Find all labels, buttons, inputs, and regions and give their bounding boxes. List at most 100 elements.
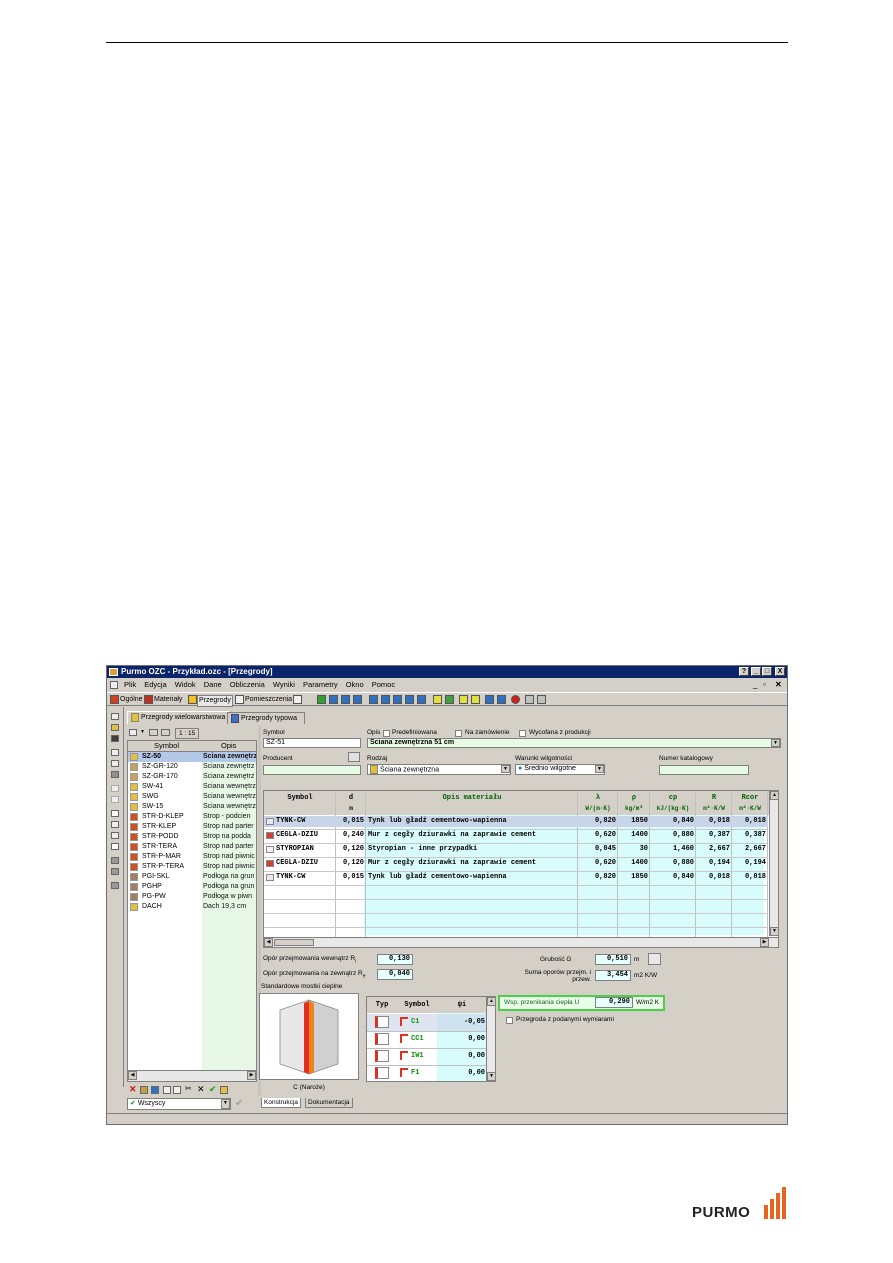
layer-cell-opis[interactable]: Tynk lub gładź cementowo-wapienna	[368, 816, 578, 827]
layer-row[interactable]: STYROPIAN 0,120 Styropian - inne przypadki…	[264, 844, 768, 855]
mdi-close-icon[interactable]: ✕	[775, 679, 782, 691]
layer-cell-d[interactable]: 0,015	[336, 816, 364, 827]
toolbar-przegrody[interactable]: Przegrody	[197, 695, 233, 707]
layer-cell-rho[interactable]: 1850	[618, 872, 648, 883]
preview-icon[interactable]	[111, 749, 119, 756]
delete-icon[interactable]	[111, 843, 119, 850]
layer-cell-opis[interactable]: Tynk lub gładź cementowo-wapienna	[368, 872, 578, 883]
copy-icon[interactable]	[111, 821, 119, 828]
layer-cell-opis[interactable]: Mur z cegły dziurawki na zaprawie cement	[368, 858, 578, 869]
layer-row[interactable]: TYNK-CW 0,015 Tynk lub gładź cementowo-wap…	[264, 872, 768, 883]
layers-scroll-left-icon[interactable]: ◀	[264, 938, 273, 947]
find-next-icon[interactable]	[111, 868, 119, 875]
layer-cell-rcor[interactable]: 0,387	[732, 830, 766, 841]
layer-row[interactable]: CEGLA-DZIU 0,120 Mur z cegły dziurawki na …	[264, 858, 768, 869]
list-item[interactable]: SW-41 Ściana wewnętrz	[128, 782, 256, 792]
list-item[interactable]: SW-15 Ściana wewnętrz	[128, 802, 256, 812]
close-button[interactable]: X	[775, 667, 785, 676]
thickness-chart-icon[interactable]	[648, 953, 661, 965]
list-header-symbol[interactable]: Symbol	[154, 741, 179, 751]
layer-cell-lambda[interactable]: 0,045	[578, 844, 616, 855]
list-item[interactable]: DACH Dach 19,3 cm	[128, 902, 256, 912]
bridge-psi[interactable]: 0,00	[437, 1052, 485, 1060]
maximize-button[interactable]: □	[762, 667, 772, 676]
bridge-row[interactable]: CC1 0,00	[367, 1031, 487, 1049]
warunki-select[interactable]: ● Średnio wilgotne	[515, 764, 605, 775]
print-preview-icon[interactable]	[111, 760, 119, 767]
wymiary-checkbox[interactable]	[506, 1017, 513, 1024]
layer-cell-symbol[interactable]: TYNK-CW	[276, 816, 334, 827]
bridge-row[interactable]: IW1 0,00	[367, 1048, 487, 1066]
list-item[interactable]: STR-P-TERA Strop nad piwnic	[128, 862, 256, 872]
bridges-scroll-up-icon[interactable]: ▲	[487, 997, 495, 1006]
layer-cell-symbol[interactable]: TYNK-CW	[276, 872, 334, 883]
bridge-psi[interactable]: 0,00	[437, 1069, 485, 1077]
layers-scroll-right-icon[interactable]: ▶	[760, 938, 769, 947]
bridges-scroll-down-icon[interactable]: ▼	[487, 1072, 495, 1081]
tool-report3-icon[interactable]	[393, 695, 402, 704]
print-icon[interactable]	[111, 771, 119, 778]
layers-vscroll[interactable]: ▲ ▼	[769, 791, 778, 936]
layer-cell-cp[interactable]: 0,880	[650, 830, 694, 841]
view-icon[interactable]	[129, 729, 137, 736]
producer-browse-icon[interactable]	[348, 752, 360, 762]
folder-icon[interactable]	[220, 1086, 228, 1094]
layer-cell-lambda[interactable]: 0,820	[578, 816, 616, 827]
menu-wyniki[interactable]: Wyniki	[273, 680, 295, 689]
layer-cell-cp[interactable]: 0,840	[650, 872, 694, 883]
layer-cell-r[interactable]: 0,387	[696, 830, 730, 841]
layer-cell-lambda[interactable]: 0,620	[578, 858, 616, 869]
warunki-dropdown-icon[interactable]: ▼	[595, 765, 604, 773]
redo-icon[interactable]	[111, 796, 119, 803]
tool-table-icon[interactable]	[329, 695, 338, 704]
layer-cell-rcor[interactable]: 0,018	[732, 872, 766, 883]
new-icon[interactable]	[111, 713, 119, 720]
mdi-minimize-icon[interactable]: _	[753, 679, 757, 691]
tool-export-icon[interactable]	[485, 695, 494, 704]
scale-field[interactable]: 1 : 15	[175, 728, 200, 739]
katalog-input[interactable]	[659, 765, 749, 775]
tab-typowa[interactable]: Przegrody typowa	[227, 712, 305, 724]
layer-cell-d[interactable]: 0,120	[336, 858, 364, 869]
tool-calc-icon[interactable]	[317, 695, 326, 704]
list-scroll-left-icon[interactable]: ◀	[128, 1071, 137, 1080]
layer-cell-r[interactable]: 0,018	[696, 872, 730, 883]
zamow-checkbox[interactable]	[455, 730, 462, 737]
layer-cell-lambda[interactable]: 0,820	[578, 872, 616, 883]
layer-cell-cp[interactable]: 1,460	[650, 844, 694, 855]
zoom-icon[interactable]	[149, 729, 158, 736]
layers-scroll-up-icon[interactable]: ▲	[770, 791, 778, 800]
layers-scroll-down-icon[interactable]: ▼	[770, 927, 778, 936]
layer-cell-d[interactable]: 0,015	[336, 872, 364, 883]
layer-cell-opis[interactable]: Styropian - inne przypadki	[368, 844, 578, 855]
layer-cell-d[interactable]: 0,120	[336, 844, 364, 855]
list-item[interactable]: STR-PODD Strop na podda	[128, 832, 256, 842]
filter-select[interactable]: ✔ Wszyscy	[127, 1098, 231, 1110]
menu-edycja[interactable]: Edycja	[144, 680, 167, 689]
layer-cell-rho[interactable]: 30	[618, 844, 648, 855]
layer-cell-rcor[interactable]: 0,018	[732, 816, 766, 827]
toolbar-materialy[interactable]: Materiały	[153, 695, 183, 705]
menu-pomoc[interactable]: Pomoc	[372, 680, 395, 689]
tool-list-icon[interactable]	[525, 695, 534, 704]
layer-cell-r[interactable]: 2,667	[696, 844, 730, 855]
paste-list-icon[interactable]	[173, 1086, 181, 1094]
rse-value[interactable]: 0,040	[377, 969, 413, 980]
bridges-vscroll[interactable]: ▲ ▼	[486, 997, 495, 1081]
menu-okno[interactable]: Okno	[346, 680, 364, 689]
layer-cell-rcor[interactable]: 0,194	[732, 858, 766, 869]
bridge-psi[interactable]: -0,05	[437, 1018, 485, 1026]
rsi-value[interactable]: 0,130	[377, 954, 413, 965]
tab-konstrukcja[interactable]: Konstrukcja	[261, 1098, 301, 1108]
layers-hscroll[interactable]: ◀ ▶	[264, 937, 778, 947]
tab-dokumentacja[interactable]: Dokumentacja	[305, 1098, 353, 1108]
layer-row[interactable]: CEGLA-DZIU 0,240 Mur z cegły dziurawki na …	[264, 830, 768, 841]
edit-icon[interactable]	[140, 1086, 148, 1094]
undo-icon[interactable]	[111, 785, 119, 792]
accept-icon[interactable]: ✔	[209, 1084, 217, 1095]
tool-report2-icon[interactable]	[381, 695, 390, 704]
remove-list-icon[interactable]: ✕	[197, 1084, 205, 1095]
layer-cell-r[interactable]: 0,194	[696, 858, 730, 869]
list-item[interactable]: STR-KLEP Strop nad parter	[128, 822, 256, 832]
bridge-row[interactable]: F1 0,00	[367, 1065, 487, 1081]
